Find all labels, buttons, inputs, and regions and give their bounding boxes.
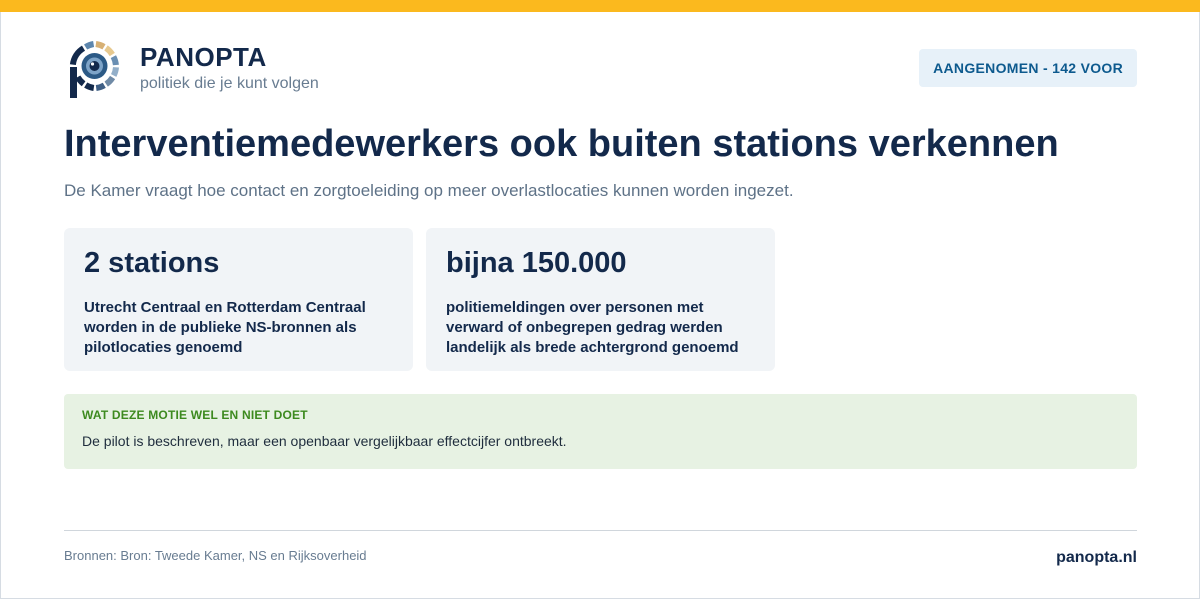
page-subtitle: De Kamer vraagt hoe contact en zorgtoele… (64, 181, 794, 200)
footer-divider (64, 530, 1137, 531)
stat-card: 2 stations Utrecht Centraal en Rotterdam… (64, 228, 413, 371)
motion-note-box: WAT DEZE MOTIE WEL EN NIET DOET De pilot… (64, 394, 1137, 469)
stat-card: bijna 150.000 politiemeldingen over pers… (426, 228, 775, 371)
note-text: De pilot is beschreven, maar een openbaa… (82, 433, 567, 449)
page-title: Interventiemedewerkers ook buiten statio… (64, 123, 1059, 165)
site-link[interactable]: panopta.nl (1056, 548, 1137, 568)
eye-p-logo-icon (67, 41, 121, 99)
sources-text: Bronnen: Bron: Tweede Kamer, NS en Rijks… (64, 548, 367, 563)
stat-description: politiemeldingen over personen met verwa… (446, 299, 739, 356)
stat-value: bijna 150.000 (446, 247, 627, 279)
note-heading: WAT DEZE MOTIE WEL EN NIET DOET (82, 408, 308, 422)
brand-name: PANOPTA (140, 42, 267, 72)
status-badge: AANGENOMEN - 142 VOOR (919, 49, 1137, 87)
stat-value: 2 stations (84, 247, 220, 279)
stat-description: Utrecht Centraal en Rotterdam Centraal w… (84, 299, 366, 356)
top-accent-bar (0, 0, 1200, 12)
brand-tagline: politiek die je kunt volgen (140, 75, 319, 92)
